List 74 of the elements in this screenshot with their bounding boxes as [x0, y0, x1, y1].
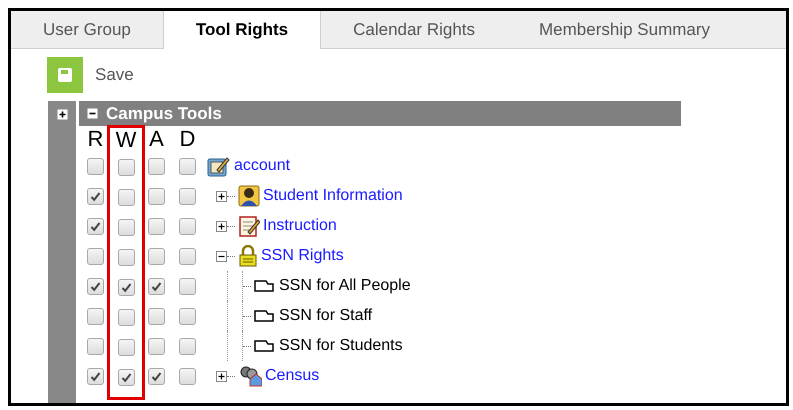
notepad-pencil-icon — [207, 155, 231, 177]
checkbox[interactable] — [179, 158, 196, 174]
folder-icon — [254, 310, 274, 322]
checkbox[interactable] — [118, 158, 134, 176]
checkmark-icon — [151, 280, 162, 292]
checkbox[interactable] — [87, 368, 104, 384]
person-icon — [238, 185, 260, 207]
checkbox[interactable] — [148, 308, 165, 324]
checkbox[interactable] — [179, 188, 196, 204]
checkmark-icon — [90, 370, 101, 382]
checkbox[interactable] — [179, 368, 196, 384]
checkbox[interactable] — [87, 188, 104, 204]
checkbox[interactable] — [87, 218, 104, 234]
checkbox[interactable] — [148, 218, 165, 234]
column-header: A — [149, 126, 164, 151]
checkbox[interactable] — [118, 278, 134, 296]
checkbox[interactable] — [118, 368, 134, 386]
checkbox[interactable] — [148, 158, 165, 174]
checkbox[interactable] — [87, 278, 104, 294]
checkbox[interactable] — [148, 188, 165, 204]
notebook-pencil-icon — [238, 215, 260, 237]
column-header: D — [180, 126, 196, 151]
tree-item-link[interactable]: SSN for Staff — [279, 304, 372, 328]
expand-icon[interactable] — [216, 220, 227, 232]
tree-item-link[interactable]: Census — [265, 364, 320, 388]
tree-item-link[interactable]: SSN Rights — [261, 244, 344, 268]
checkmark-icon — [90, 220, 101, 232]
checkbox[interactable] — [148, 248, 165, 264]
checkbox[interactable] — [87, 308, 104, 324]
checkbox[interactable] — [179, 248, 196, 264]
tree-item-link[interactable]: Instruction — [263, 214, 337, 238]
tree-item-link[interactable]: Student Information — [263, 184, 403, 208]
checkmark-icon — [120, 372, 132, 382]
tab[interactable]: Tool Rights — [162, 11, 322, 49]
save-label[interactable]: Save — [95, 62, 134, 88]
section-title: Campus Tools — [106, 102, 222, 125]
checkmark-icon — [120, 282, 132, 292]
save-icon[interactable] — [47, 57, 83, 93]
checkbox[interactable] — [118, 338, 134, 356]
tree-item-link[interactable]: SSN for All People — [279, 274, 411, 298]
folder-icon — [254, 280, 274, 292]
checkbox[interactable] — [87, 158, 104, 174]
checkbox[interactable] — [179, 338, 196, 354]
column-header: R — [88, 126, 104, 151]
tab[interactable]: Calendar Rights — [321, 11, 508, 48]
tree-item-link[interactable]: SSN for Students — [279, 334, 403, 358]
checkbox[interactable] — [118, 308, 134, 326]
tab[interactable]: Membership Summary — [507, 11, 742, 48]
checkbox[interactable] — [179, 308, 196, 324]
collapse-icon[interactable] — [216, 250, 227, 262]
checkbox[interactable] — [148, 278, 165, 294]
checkmark-icon — [151, 370, 162, 382]
checkbox[interactable] — [148, 368, 165, 384]
people-house-icon — [238, 365, 262, 387]
checkmark-icon — [90, 280, 101, 292]
expand-icon[interactable] — [56, 109, 68, 120]
padlock-icon — [238, 245, 258, 267]
folder-icon — [254, 340, 274, 352]
checkbox[interactable] — [118, 248, 134, 266]
tree-item-link[interactable]: account — [234, 154, 290, 178]
expand-icon[interactable] — [216, 370, 227, 382]
checkbox[interactable] — [87, 338, 104, 354]
collapse-icon[interactable] — [87, 108, 98, 119]
column-header: W — [116, 128, 136, 152]
checkbox[interactable] — [118, 218, 134, 236]
checkbox[interactable] — [179, 278, 196, 294]
checkbox[interactable] — [118, 188, 134, 206]
checkbox[interactable] — [87, 248, 104, 264]
checkbox[interactable] — [148, 338, 165, 354]
tab[interactable]: User Group — [11, 11, 163, 48]
section-header[interactable]: Campus Tools — [79, 101, 681, 126]
checkmark-icon — [90, 190, 101, 202]
checkbox[interactable] — [179, 218, 196, 234]
expand-icon[interactable] — [216, 190, 227, 202]
